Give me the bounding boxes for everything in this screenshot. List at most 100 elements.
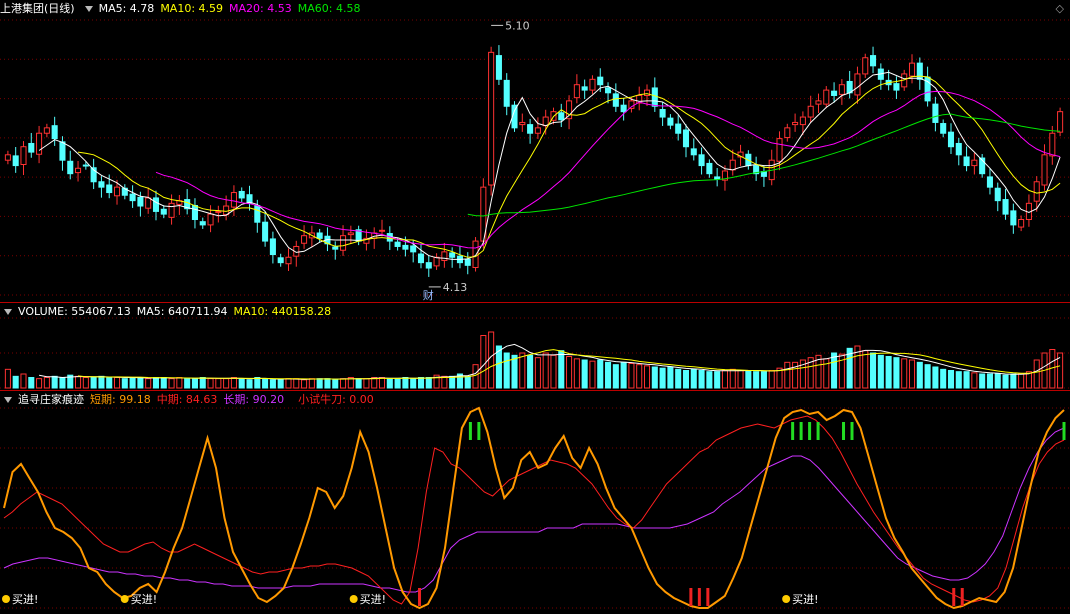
candle-body xyxy=(152,197,160,212)
candle-body xyxy=(129,193,136,202)
candle-body xyxy=(1018,219,1025,228)
volume-bar xyxy=(573,358,580,389)
volume-bar xyxy=(269,379,276,389)
volume-bar xyxy=(566,356,573,389)
volume-bar xyxy=(862,350,869,389)
candle-body xyxy=(527,124,534,134)
hand-icon xyxy=(2,595,10,603)
volume-bar xyxy=(82,377,89,389)
top-signal-bar xyxy=(799,422,803,440)
volume-bar xyxy=(262,378,269,389)
volume-bar xyxy=(605,361,612,389)
candle-body xyxy=(4,154,11,161)
candle-body xyxy=(113,186,121,197)
candle-body xyxy=(908,62,916,77)
candle-body xyxy=(472,240,479,268)
volume-bar xyxy=(184,378,191,389)
volume-bar xyxy=(581,359,588,389)
volume-bar xyxy=(994,373,1001,389)
volume-bar xyxy=(877,354,884,389)
top-signal-bar xyxy=(808,422,812,440)
volume-bar xyxy=(682,370,690,389)
candle-body xyxy=(160,208,167,215)
volume-bar xyxy=(932,366,939,389)
candle-body xyxy=(67,160,74,175)
volume-bar xyxy=(971,372,978,389)
candle-body xyxy=(519,121,526,126)
volume-bar xyxy=(199,377,206,389)
volume-bar xyxy=(1002,374,1009,389)
volume-bar xyxy=(410,378,417,389)
chart-canvas: 5.104.13财买进!买进!买进!买进!买进! xyxy=(0,19,1070,610)
volume-bar xyxy=(98,375,105,389)
volume-bar xyxy=(651,366,658,389)
candle-body xyxy=(449,252,456,258)
candle-body xyxy=(168,202,175,218)
candle-body xyxy=(667,117,674,126)
buy-signal-label: 买进! xyxy=(360,593,386,606)
ma20-line xyxy=(155,90,1061,249)
candle-body xyxy=(862,57,869,75)
top-signal-bar xyxy=(842,422,846,440)
volume-bar xyxy=(784,361,791,389)
candle-body xyxy=(698,154,705,167)
candle-body xyxy=(947,131,955,148)
volume-bar xyxy=(332,379,339,389)
volume-bar xyxy=(113,377,121,389)
volume-bar xyxy=(519,352,526,389)
volume-bar xyxy=(277,379,284,389)
volume-bar xyxy=(425,377,432,389)
volume-bar xyxy=(402,377,409,389)
candle-body xyxy=(301,235,308,244)
volume-bar xyxy=(168,378,175,389)
candle-body xyxy=(82,164,89,167)
candle-body xyxy=(792,121,799,126)
candle-body xyxy=(831,90,838,96)
volume-bar xyxy=(417,377,425,389)
hand-icon xyxy=(782,595,791,603)
bottom-signal-bar xyxy=(706,588,710,606)
candle-body xyxy=(916,62,923,80)
volume-bar xyxy=(191,378,198,389)
candle-body xyxy=(441,251,448,261)
candle-body xyxy=(542,116,549,127)
volume-bar xyxy=(215,378,222,389)
volume-bar xyxy=(129,377,136,389)
volume-bar xyxy=(363,378,370,389)
candle-body xyxy=(940,123,947,134)
candle-body xyxy=(1049,132,1056,157)
candle-body xyxy=(75,167,82,174)
top-signal-bar xyxy=(791,422,795,440)
volume-bar xyxy=(488,331,495,389)
candle-body xyxy=(675,123,682,134)
volume-bar xyxy=(20,373,27,389)
low-price-marker: 4.13 xyxy=(443,281,468,294)
candle-body xyxy=(597,76,604,86)
bottom-signal-bar xyxy=(689,588,693,606)
volume-bar xyxy=(612,364,619,389)
volume-bar xyxy=(963,371,970,389)
candle-body xyxy=(20,146,27,166)
volume-bar xyxy=(831,352,838,389)
candle-body xyxy=(378,229,386,232)
volume-bar xyxy=(378,377,386,389)
top-signal-bar xyxy=(477,422,481,440)
candle-body xyxy=(893,83,900,91)
volume-bar xyxy=(908,359,916,389)
volume-bar xyxy=(870,352,877,389)
volume-bar xyxy=(885,356,892,389)
candle-body xyxy=(43,127,50,134)
volume-bar xyxy=(768,370,775,389)
top-signal-bar xyxy=(816,422,820,440)
volume-bar xyxy=(36,378,43,389)
volume-bar xyxy=(285,378,292,389)
candle-body xyxy=(620,104,627,113)
high-price-marker: 5.10 xyxy=(505,19,529,32)
candle-body xyxy=(215,210,222,213)
volume-bar xyxy=(464,375,471,389)
volume-bar xyxy=(534,357,541,389)
volume-bar xyxy=(355,378,362,389)
buy-signal-label: 买进! xyxy=(12,593,38,606)
candle-body xyxy=(51,125,58,140)
candle-body xyxy=(971,159,978,167)
